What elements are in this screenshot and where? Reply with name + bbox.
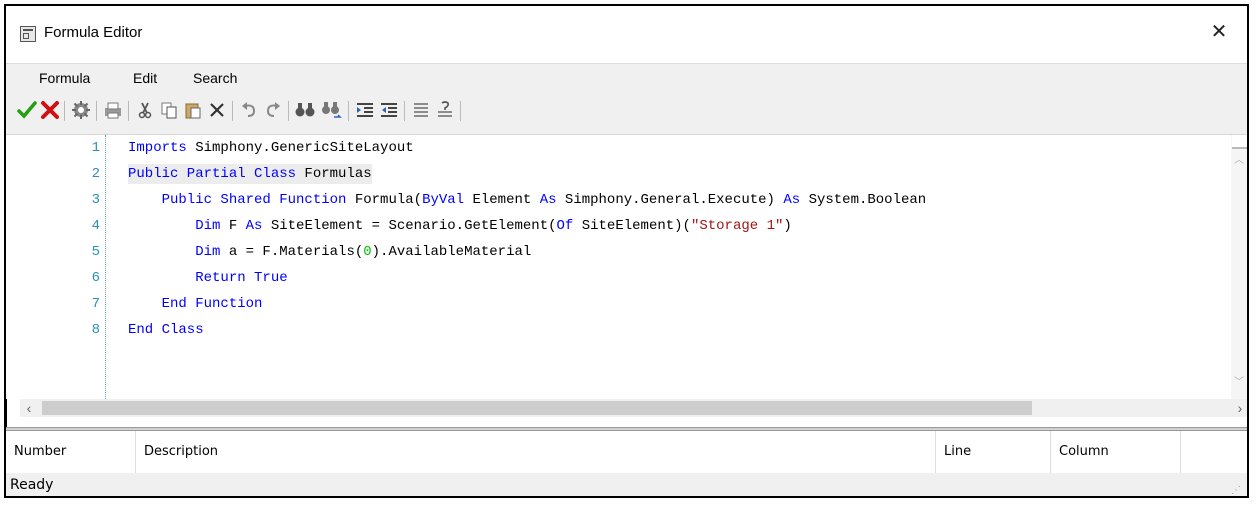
code-keyword: As (245, 218, 263, 234)
toolbar-separator (96, 101, 97, 121)
line-number: 1 (91, 140, 100, 156)
code-line[interactable]: Imports Simphony.GenericSiteLayout (128, 138, 414, 158)
title-bar: Formula Editor ✕ (6, 6, 1247, 61)
code-line[interactable]: End Function (128, 294, 263, 314)
status-text: Ready (10, 477, 54, 493)
code-keyword: Dim (128, 218, 221, 234)
code-keyword: ByVal (422, 192, 465, 208)
column-header-number[interactable]: Number (6, 431, 136, 473)
copy-icon[interactable] (158, 99, 180, 121)
line-number: 7 (91, 296, 100, 312)
app-icon (20, 26, 36, 42)
find-next-icon[interactable] (320, 99, 342, 121)
formula-editor-window: Formula Editor ✕ Formula Edit Search 1 2… (4, 4, 1249, 498)
code-keyword: End Function (128, 296, 263, 312)
code-token: Simphony.General.Execute) (556, 192, 784, 208)
vertical-scroll-thumb[interactable] (1232, 135, 1247, 149)
status-bar: Ready ⋰ (6, 473, 1247, 496)
code-line[interactable]: Dim a = F.Materials(0).AvailableMaterial (128, 242, 531, 262)
code-keyword: Return True (128, 270, 288, 286)
menu-bar: Formula Edit Search (6, 63, 1247, 94)
indent-icon[interactable] (354, 99, 376, 121)
code-token: Element (464, 192, 540, 208)
code-keyword: Of (556, 218, 574, 234)
close-icon[interactable]: ✕ (1205, 18, 1233, 46)
horizontal-scroll-thumb[interactable] (42, 401, 1032, 415)
paste-icon[interactable] (182, 99, 204, 121)
menu-formula[interactable]: Formula (39, 70, 90, 86)
toolbar-separator (288, 101, 289, 121)
code-keyword: Dim (128, 244, 221, 260)
code-line[interactable]: Return True (128, 268, 288, 288)
code-token: Formulas (296, 166, 372, 182)
cut-icon[interactable] (134, 99, 156, 121)
code-keyword: Public Shared Function (128, 192, 347, 208)
code-keyword: As (539, 192, 557, 208)
menu-search[interactable]: Search (193, 70, 237, 86)
code-token: Simphony.GenericSiteLayout (186, 140, 414, 156)
line-number-gutter: 1 2 3 4 5 6 7 8 (6, 135, 106, 399)
resize-grip-icon[interactable]: ⋰ (1231, 485, 1241, 496)
comment-icon[interactable] (410, 99, 432, 121)
toolbar-separator (348, 101, 349, 121)
scroll-down-icon[interactable]: ﹀ (1234, 373, 1244, 388)
code-token: System.Boolean (800, 192, 927, 208)
line-number: 4 (91, 218, 100, 234)
accept-icon[interactable] (16, 99, 38, 121)
line-number: 5 (91, 244, 100, 260)
menu-edit[interactable]: Edit (133, 70, 157, 86)
toolbar-separator (128, 101, 129, 121)
scroll-right-icon[interactable]: › (1231, 399, 1247, 417)
line-number: 8 (91, 322, 100, 338)
column-header-line[interactable]: Line (936, 431, 1051, 473)
line-number: 2 (91, 166, 100, 182)
code-token: a = F.Materials( (220, 244, 364, 260)
code-keyword: End Class (128, 322, 204, 338)
code-string: "Storage 1" (690, 218, 784, 234)
code-number: 0 (363, 244, 372, 260)
undo-icon[interactable] (238, 99, 260, 121)
toolbar-separator (64, 101, 65, 121)
code-keyword: As (783, 192, 801, 208)
code-token: ) (783, 218, 792, 234)
code-token: SiteElement)( (573, 218, 691, 234)
delete-icon[interactable] (206, 99, 228, 121)
cancel-icon[interactable] (39, 99, 61, 121)
code-editor[interactable]: 1 2 3 4 5 6 7 8 Imports Simphony.Generic… (6, 135, 1231, 399)
error-list: Number Description Line Column (6, 431, 1247, 474)
code-token: F (220, 218, 246, 234)
code-line[interactable]: Dim F As SiteElement = Scenario.GetEleme… (128, 216, 792, 236)
code-token: SiteElement = Scenario.GetElement( (262, 218, 557, 234)
line-number: 3 (91, 192, 100, 208)
redo-icon[interactable] (262, 99, 284, 121)
outdent-icon[interactable] (378, 99, 400, 121)
print-icon[interactable] (102, 99, 124, 121)
vertical-scrollbar[interactable]: ︿ ﹀ (1231, 135, 1247, 399)
code-line[interactable]: End Class (128, 320, 204, 340)
scroll-up-icon[interactable]: ︿ (1234, 151, 1244, 166)
toolbar-separator (232, 101, 233, 121)
toolbar-separator (460, 101, 461, 121)
compile-icon[interactable] (70, 99, 92, 121)
code-token: ).AvailableMaterial (371, 244, 532, 260)
code-keyword: Public Partial Class (128, 166, 297, 182)
toolbar-separator (404, 101, 405, 121)
horizontal-scrollbar[interactable]: ‹ › (20, 399, 1247, 417)
window-title: Formula Editor (44, 24, 143, 41)
column-header-column[interactable]: Column (1051, 431, 1181, 473)
scroll-left-icon[interactable]: ‹ (20, 399, 38, 417)
code-line[interactable]: Public Partial Class Formulas (128, 164, 372, 184)
find-icon[interactable] (294, 99, 316, 121)
column-header-description[interactable]: Description (136, 431, 936, 473)
code-keyword: Imports (128, 140, 187, 156)
uncomment-icon[interactable] (434, 99, 456, 121)
line-number: 6 (91, 270, 100, 286)
code-line[interactable]: Public Shared Function Formula(ByVal Ele… (128, 190, 927, 210)
editor-left-edge (6, 399, 21, 427)
toolbar (6, 94, 1247, 135)
code-token: Formula( (346, 192, 423, 208)
